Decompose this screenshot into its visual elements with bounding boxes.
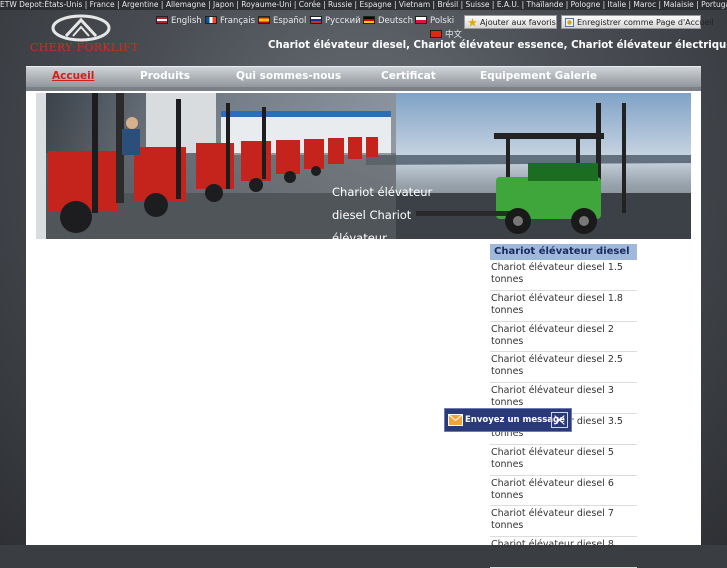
send-message-widget[interactable]: Envoyez un message (444, 408, 572, 432)
lang-label: Deutsch (378, 16, 413, 26)
logo-wordmark[interactable]: CHERY FORKLIFT (30, 41, 139, 54)
lang-chinese[interactable]: 中文 (430, 28, 462, 40)
lang-polish[interactable]: Polski (415, 16, 454, 26)
sidebar-item[interactable]: Chariot élévateur diesel 2 tonnes (490, 322, 637, 353)
nav-certificat[interactable]: Certificat (381, 70, 436, 82)
add-favorites-label: Ajouter aux favoris (480, 18, 556, 27)
lang-spanish[interactable]: Español (258, 16, 306, 26)
depot-list: ETW Depot:États-Unis | France | Argentin… (0, 0, 727, 10)
es-flag-icon (258, 16, 270, 24)
lang-label: English (171, 16, 202, 26)
sidebar-heading[interactable]: Chariot élévateur diesel (490, 244, 637, 260)
main-nav: Accueil Produits Qui sommes-nous Certifi… (26, 66, 701, 88)
site-tagline: Chariot élévateur diesel, Chariot élévat… (268, 40, 727, 51)
ru-flag-icon (310, 16, 322, 24)
set-homepage-label: Enregistrer comme Page d'Accueil (577, 18, 714, 27)
sidebar-item[interactable]: Chariot élévateur diesel 6 tonnes (490, 476, 637, 507)
lang-german[interactable]: Deutsch (363, 16, 413, 26)
category-sidebar: Chariot élévateur diesel Chariot élévate… (490, 244, 637, 568)
banner-caption: Chariot élévateur diesel Chariot élévate… (332, 185, 433, 239)
de-flag-icon (363, 16, 375, 24)
sidebar-item[interactable]: Chariot élévateur diesel 8 (490, 537, 637, 568)
add-favorites-button[interactable]: Ajouter aux favoris (464, 15, 557, 29)
nav-produits[interactable]: Produits (140, 70, 190, 82)
sidebar-item[interactable]: Chariot élévateur diesel 5 tonnes (490, 445, 637, 476)
sidebar-item[interactable]: Chariot élévateur diesel 1.8 tonnes (490, 291, 637, 322)
lang-label: Español (273, 16, 307, 26)
nav-equipement-galerie[interactable]: Equipement Galerie (480, 70, 597, 82)
close-icon[interactable] (551, 412, 568, 428)
sidebar-item[interactable]: Chariot élévateur diesel 1.5 tonnes (490, 260, 637, 291)
lang-label: Русский (325, 16, 361, 26)
sidebar-item[interactable]: Chariot élévateur diesel 2.5 tonnes (490, 352, 637, 384)
set-homepage-button[interactable]: Enregistrer comme Page d'Accueil (561, 15, 714, 29)
star-icon (468, 18, 477, 27)
send-message-label: Envoyez un message (465, 415, 565, 425)
pl-flag-icon (415, 16, 427, 24)
cn-flag-icon (430, 30, 442, 38)
lang-label: 中文 (445, 30, 463, 40)
language-switcher: English Français Español Русский Deutsch… (156, 16, 462, 40)
sidebar-item[interactable]: Chariot élévateur diesel 7 tonnes (490, 506, 637, 538)
lang-label: Français (220, 16, 256, 26)
nav-accueil[interactable]: Accueil (52, 70, 94, 82)
fr-flag-icon (205, 16, 217, 24)
lang-english[interactable]: English (156, 16, 202, 26)
lang-french[interactable]: Français (205, 16, 255, 26)
hero-banner[interactable]: Chariot élévateur diesel Chariot élévate… (36, 93, 691, 239)
envelope-icon (448, 414, 463, 426)
nav-qui-sommes-nous[interactable]: Qui sommes-nous (236, 70, 341, 82)
home-page-icon (565, 18, 574, 27)
depot-text: ETW Depot:États-Unis | France | Argentin… (0, 0, 727, 9)
us-flag-icon (156, 16, 168, 24)
lang-russian[interactable]: Русский (310, 16, 361, 26)
lang-label: Polski (430, 16, 455, 26)
